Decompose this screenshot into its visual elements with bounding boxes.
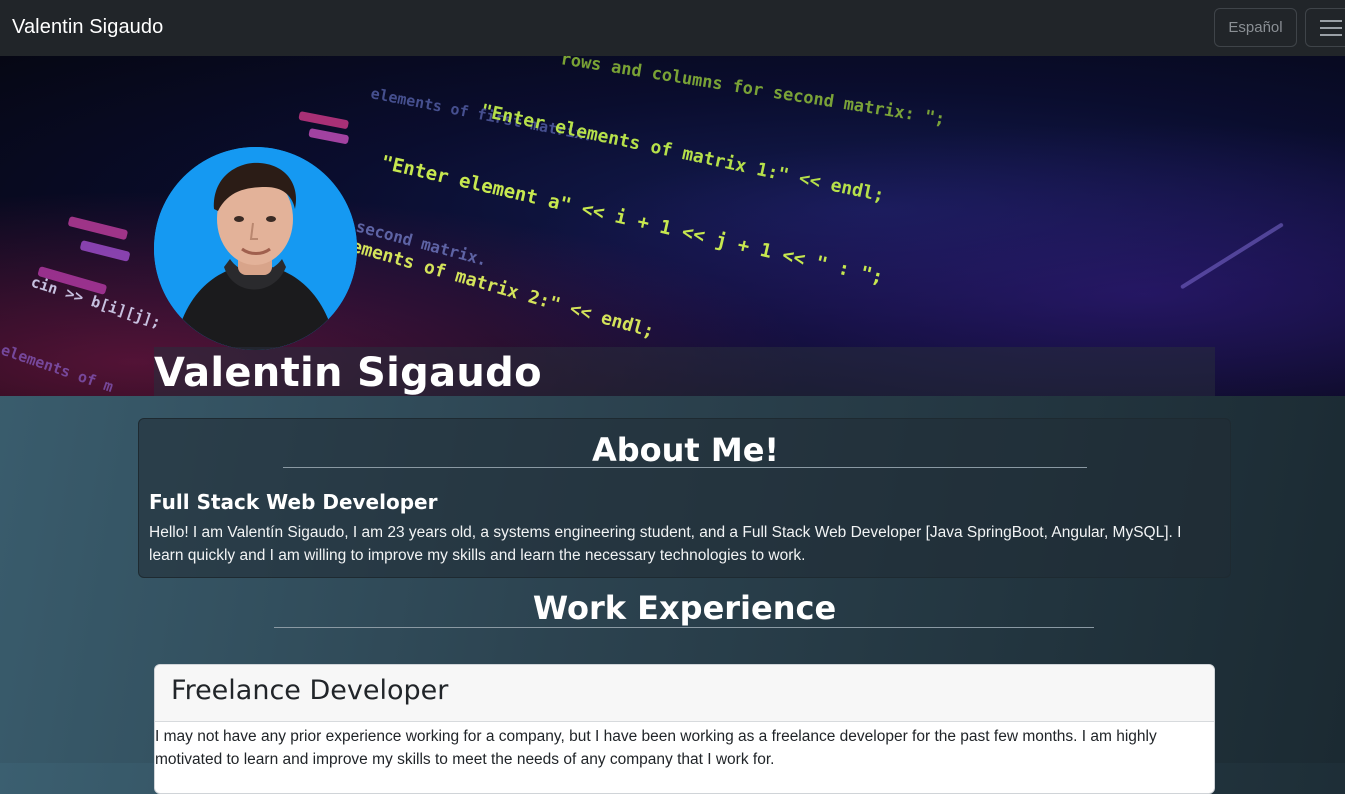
about-text: Hello! I am Valentín Sigaudo, I am 23 ye… bbox=[149, 524, 1182, 564]
profile-avatar bbox=[154, 147, 357, 350]
hero-banner: rows and columns for second matrix: "; e… bbox=[0, 56, 1345, 396]
job-description: I may not have any prior experience work… bbox=[155, 728, 1157, 768]
job-title: Freelance Developer bbox=[155, 665, 1214, 722]
hamburger-menu-icon bbox=[1320, 19, 1342, 37]
about-card: About Me! Full Stack Web Developer Hello… bbox=[138, 418, 1231, 578]
job-card: Freelance Developer I may not have any p… bbox=[154, 664, 1215, 794]
language-button[interactable]: Español bbox=[1214, 8, 1297, 47]
navbar: Valentin Sigaudo Español bbox=[0, 0, 1345, 56]
profile-photo bbox=[154, 147, 357, 350]
about-subtitle: Full Stack Web Developer bbox=[149, 490, 438, 514]
menu-toggle-button[interactable] bbox=[1305, 8, 1345, 47]
about-divider bbox=[283, 467, 1087, 468]
hero-name: Valentin Sigaudo bbox=[154, 350, 542, 396]
navbar-brand[interactable]: Valentin Sigaudo bbox=[12, 16, 163, 39]
work-experience-divider bbox=[274, 627, 1094, 628]
about-title: About Me! bbox=[591, 431, 779, 469]
work-experience-title: Work Experience bbox=[532, 589, 837, 627]
